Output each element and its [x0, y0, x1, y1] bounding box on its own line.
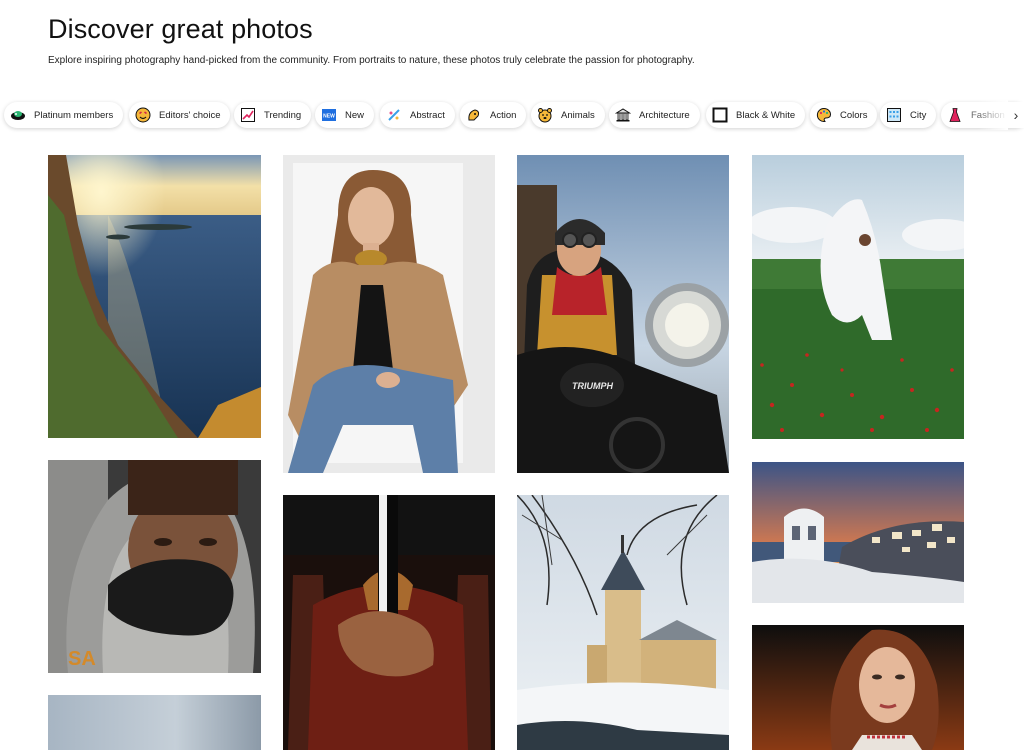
- category-city[interactable]: City: [880, 102, 937, 128]
- category-label: Editors' choice: [159, 109, 221, 121]
- category-black-white[interactable]: Black & White: [706, 102, 806, 128]
- city-icon: [887, 108, 901, 122]
- photo-image: [752, 462, 964, 603]
- category-label: Action: [490, 109, 517, 121]
- category-new[interactable]: NEW New: [315, 102, 375, 128]
- animals-icon: [538, 108, 552, 123]
- platinum-icon: [11, 111, 25, 120]
- page-subtitle: Explore inspiring photography hand-picke…: [48, 55, 695, 66]
- photo-image: TRIUMPH: [517, 155, 729, 473]
- action-icon: [468, 109, 480, 121]
- category-bar: Platinum members Editors' choice Trendin…: [0, 100, 1024, 130]
- abstract-icon: [388, 109, 400, 121]
- photo-hands-on-red-chair[interactable]: [283, 495, 495, 750]
- photo-image: SA: [48, 460, 261, 673]
- photo-image: [283, 495, 495, 750]
- trending-icon: [241, 108, 255, 122]
- photo-sea-cliff-sunset[interactable]: [48, 155, 261, 438]
- colors-icon: [816, 107, 832, 122]
- fashion-icon: [949, 108, 961, 122]
- photo-motorcycle-rider-goggles[interactable]: TRIUMPH: [517, 155, 729, 473]
- category-label: Colors: [840, 109, 868, 121]
- photo-woman-red-hair-portrait[interactable]: [752, 625, 964, 750]
- new-icon: NEW: [322, 109, 336, 121]
- category-animals[interactable]: Animals: [531, 102, 605, 128]
- category-label: Fashion: [971, 109, 1005, 121]
- editors-choice-icon: [135, 107, 151, 123]
- photo-grey-blue-photo[interactable]: [48, 695, 261, 750]
- photo-image: [517, 495, 729, 750]
- category-label: Trending: [264, 109, 302, 121]
- category-editors-choice[interactable]: Editors' choice: [129, 102, 231, 128]
- scroll-right-arrow-icon[interactable]: ›: [1008, 102, 1024, 128]
- page-title: Discover great photos: [48, 14, 313, 44]
- category-abstract[interactable]: Abstract: [380, 102, 455, 128]
- category-label: Abstract: [410, 109, 445, 121]
- photo-image: [48, 155, 261, 438]
- photo-image: [752, 155, 964, 439]
- category-platinum-members[interactable]: Platinum members: [4, 102, 124, 128]
- photo-image: [283, 155, 495, 473]
- svg-text:SA: SA: [68, 648, 96, 670]
- photo-image: [48, 695, 261, 750]
- category-label: City: [910, 109, 927, 121]
- category-label: Platinum members: [34, 109, 114, 121]
- photo-man-hood-black-mask[interactable]: SA: [48, 460, 261, 673]
- svg-text:NEW: NEW: [323, 114, 335, 120]
- photo-woman-beige-blazer-portrait[interactable]: [283, 155, 495, 473]
- photo-winter-castle-tower[interactable]: [517, 495, 729, 750]
- category-architecture[interactable]: Architecture: [609, 102, 700, 128]
- category-colors[interactable]: Colors: [810, 102, 878, 128]
- architecture-icon: [615, 108, 631, 122]
- category-action[interactable]: Action: [460, 102, 527, 128]
- black-white-icon: [712, 107, 728, 123]
- category-label: Animals: [561, 109, 595, 121]
- category-trending[interactable]: Trending: [234, 102, 312, 128]
- category-label: New: [345, 109, 365, 121]
- photo-santorini-sunset[interactable]: [752, 462, 964, 603]
- svg-text:TRIUMPH: TRIUMPH: [572, 381, 613, 391]
- category-label: Black & White: [736, 109, 796, 121]
- category-label: Architecture: [639, 109, 690, 121]
- photo-image: [752, 625, 964, 750]
- photo-woman-white-dress-field[interactable]: [752, 155, 964, 439]
